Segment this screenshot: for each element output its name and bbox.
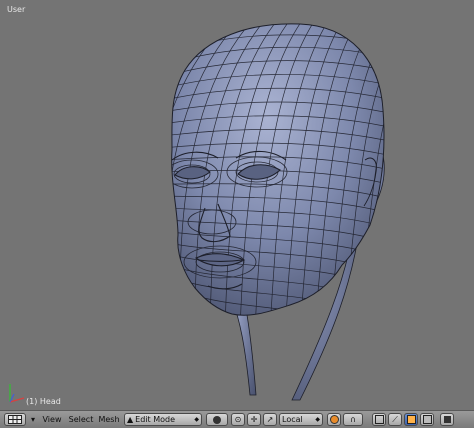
chevron-down-icon: ◆ (194, 416, 199, 423)
menu-mesh[interactable]: Mesh (97, 413, 121, 426)
solid-shading-icon (213, 415, 221, 424)
chevron-down-icon: ◆ (315, 416, 320, 423)
layer-button[interactable] (440, 413, 454, 426)
3d-viewport[interactable]: User (1) Head (0, 0, 474, 410)
edit-mode-icon: ▲ (127, 415, 134, 424)
shading-dropdown[interactable] (206, 413, 228, 426)
manipulator-icon: ✛ (250, 415, 258, 424)
edge-select-button[interactable]: ⟋ (388, 413, 402, 426)
editor-type-button[interactable] (4, 413, 26, 426)
layer-icon (443, 416, 451, 423)
face-select-button[interactable] (404, 413, 418, 426)
arrow-icon: ↗ (266, 415, 274, 424)
manipulator-toggle-button[interactable]: ✛ (247, 413, 261, 426)
edge-select-icon: ⟋ (392, 414, 398, 424)
transform-translate-button[interactable]: ↗ (263, 413, 277, 426)
limit-selection-button[interactable] (420, 413, 434, 426)
orientation-dropdown[interactable]: Local ◆ (279, 413, 323, 426)
face-select-icon (406, 415, 416, 424)
orientation-value: Local (282, 415, 303, 424)
proportional-edit-button[interactable] (327, 413, 341, 426)
menu-view[interactable]: View (40, 413, 64, 426)
mode-dropdown[interactable]: ▲ Edit Mode ◆ (124, 413, 202, 426)
viewport-header: ▾ View Select Mesh ▲ Edit Mode ◆ ⊙ ✛ ↗ L… (0, 410, 474, 428)
menu-select[interactable]: Select (67, 413, 95, 426)
axis-gizmo-icon (9, 384, 25, 403)
pivot-icon: ⊙ (234, 415, 242, 424)
snap-toggle-button[interactable]: ∩ (343, 413, 363, 426)
pivot-point-button[interactable]: ⊙ (231, 413, 245, 426)
magnet-icon: ∩ (350, 415, 356, 424)
object-label: (1) Head (26, 397, 61, 406)
vertex-select-icon (374, 415, 384, 424)
limit-selection-icon (422, 415, 432, 424)
proportional-edit-icon (329, 415, 339, 424)
vertex-select-button[interactable] (372, 413, 386, 426)
mode-value: Edit Mode (135, 415, 175, 424)
collapse-menu-icon[interactable]: ▾ (28, 413, 38, 426)
viewport-grid-icon (8, 415, 22, 424)
head-mesh[interactable] (0, 0, 474, 410)
